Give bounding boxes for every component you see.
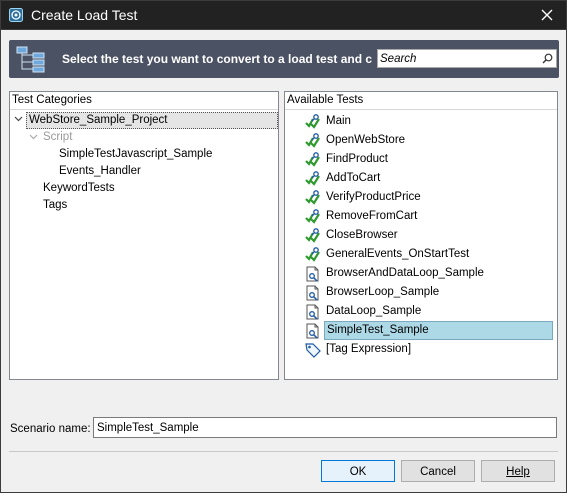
available-test-label: CloseBrowser [326,229,398,241]
tree-structure-icon [16,46,45,73]
search-input[interactable] [380,51,530,66]
available-test-label: OpenWebStore [326,134,406,146]
test-categories-header: Test Categories [10,92,278,110]
search-box[interactable] [377,49,557,68]
window-title: Create Load Test [31,7,138,23]
keyword-test-icon [305,190,321,206]
script-test-icon [305,323,321,339]
available-tests-panel: Available Tests Main OpenWebStore FindProd… [284,91,558,380]
title-bar: Create Load Test [0,0,567,30]
test-categories-panel: Test Categories WebStore_Sample_Project … [9,91,279,380]
search-icon[interactable] [542,53,553,64]
tree-item-tags[interactable]: Tags [43,197,67,214]
scenario-name-label: Scenario name: [10,423,91,435]
tree-item-script-unit[interactable]: Events_Handler [59,163,141,180]
available-tests-header: Available Tests [285,92,557,110]
tag-icon [305,342,321,358]
chevron-down-icon[interactable] [29,132,38,141]
available-test-label: VerifyProductPrice [326,191,421,203]
ok-button[interactable]: OK [321,460,395,482]
keyword-test-icon [305,209,321,225]
keyword-test-icon [305,171,321,187]
tree-item-keyword-tests[interactable]: KeywordTests [43,180,115,197]
keyword-test-icon [305,114,321,130]
keyword-test-icon [305,247,321,263]
keyword-test-icon [305,133,321,149]
script-test-icon [305,304,321,320]
available-test-label: BrowserAndDataLoop_Sample [326,267,484,279]
tree-item-script[interactable]: Script [43,129,72,146]
script-test-icon [305,285,321,301]
close-icon[interactable] [538,6,556,24]
available-test-label: Main [326,115,351,127]
available-test-label: FindProduct [326,153,389,165]
keyword-test-icon [305,228,321,244]
available-test-label: [Tag Expression] [326,343,412,355]
chevron-down-icon[interactable] [14,114,23,123]
scenario-name-input[interactable] [93,417,557,438]
banner-heading: Select the test you want to convert to a… [62,52,373,66]
divider [9,451,558,452]
keyword-test-icon [305,152,321,168]
tree-item-project[interactable]: WebStore_Sample_Project [26,112,278,129]
script-test-icon [305,266,321,282]
available-test-label: BrowserLoop_Sample [326,286,440,298]
tree-item-script-unit[interactable]: SimpleTestJavascript_Sample [59,146,212,163]
app-icon [9,8,23,22]
cancel-button[interactable]: Cancel [401,460,475,482]
available-test-label: GeneralEvents_OnStartTest [326,248,470,260]
available-test-label: DataLoop_Sample [326,305,422,317]
available-test-label: AddToCart [326,172,381,184]
available-test-label: SimpleTest_Sample [324,321,553,340]
available-test-label: RemoveFromCart [326,210,418,222]
help-button[interactable]: Help [481,460,555,482]
